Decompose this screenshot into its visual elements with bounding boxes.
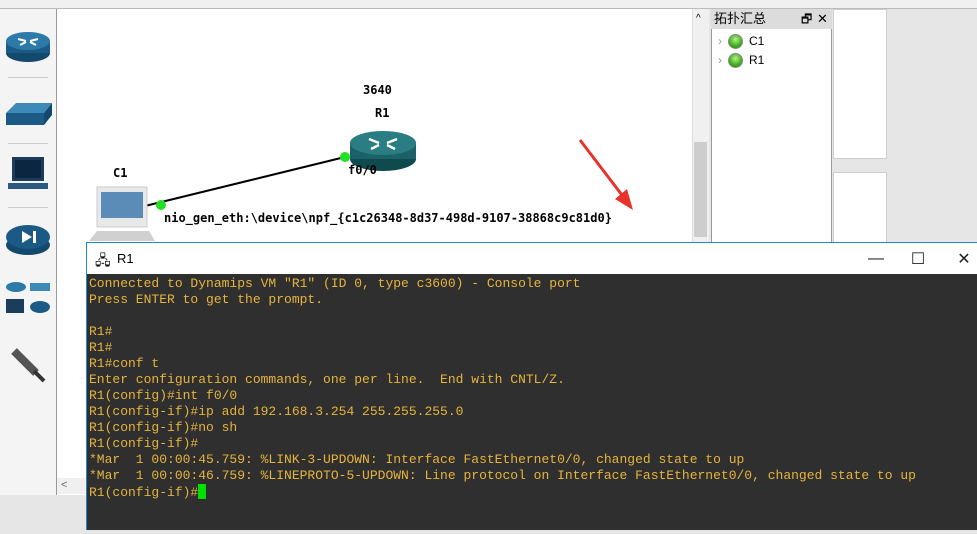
console-line: R1(config-if)#ip add 192.168.3.254 255.2… [89,404,464,419]
prompt: R1(config-if)# [89,485,199,500]
console-line: Press ENTER to get the prompt. [89,292,324,307]
status-led-icon [728,33,743,49]
router-category-icon[interactable] [4,25,52,65]
minimize-button[interactable]: — [853,243,899,274]
console-line: R1(config-if)# [89,436,199,451]
console-line: R1(config-if)#no sh [89,420,238,435]
panel-title: 拓扑汇总 [714,11,767,26]
maximize-button[interactable]: ☐ [895,243,941,274]
putty-icon: 🖧 [95,252,111,268]
console-line: R1# [89,340,113,355]
console-title-bar[interactable]: 🖧 R1 — ☐ ✕ [87,243,977,274]
console-line: Connected to Dynamips VM "R1" (ID 0, typ… [89,276,581,291]
expand-icon[interactable]: › [718,53,722,67]
switch-category-icon[interactable] [4,91,52,131]
close-button[interactable]: ✕ [941,243,977,274]
close-panel-icon[interactable]: ✕ [817,9,828,29]
router-model-label: 3640 [363,83,392,97]
router-port-status-icon [340,152,350,162]
console-line: Enter configuration commands, one per li… [89,372,565,387]
expand-icon[interactable]: › [718,34,722,48]
device-panel [0,9,57,495]
router-port-label: f0/0 [348,163,377,177]
status-led-icon [728,52,743,68]
all-devices-category-icon[interactable] [4,277,52,317]
tree-item-r1[interactable]: › R1 [718,51,764,69]
link-line[interactable] [144,156,346,207]
toolbar [0,0,977,9]
annotation-arrow-icon [578,139,633,210]
pc-c1-icon[interactable] [89,186,155,241]
scroll-up-icon[interactable]: ^ [696,13,701,24]
console-window[interactable]: 🖧 R1 — ☐ ✕ Connected to Dynamips VM "R1"… [86,242,977,530]
topology-summary-header: 拓扑汇总 🗗 ✕ [711,9,832,29]
security-category-icon[interactable] [4,219,52,259]
scroll-left-icon[interactable]: < [61,479,67,491]
side-panel [833,9,887,159]
console-line: R1(config)#int f0/0 [89,388,238,403]
console-line: *Mar 1 00:00:45.759: %LINK-3-UPDOWN: Int… [89,452,745,467]
tree-item-c1[interactable]: › C1 [718,32,764,50]
pc-port-label: nio_gen_eth:\device\npf_{c1c26348-8d37-4… [164,211,612,225]
pc-port-status-icon [156,200,166,210]
console-line: R1#conf t [89,356,160,371]
console-line: R1# [89,324,113,339]
window-title: R1 [117,251,134,266]
link-cable-icon[interactable] [4,343,52,383]
float-panel-icon[interactable]: 🗗 [801,9,812,29]
pc-name-label: C1 [113,166,128,180]
console-line: *Mar 1 00:00:46.759: %LINEPROTO-5-UPDOWN… [89,468,916,483]
cursor [198,484,207,499]
router-name-label: R1 [375,106,390,120]
scrollbar-thumb[interactable] [694,142,707,237]
console-output[interactable]: Connected to Dynamips VM "R1" (ID 0, typ… [87,274,977,534]
end-device-category-icon[interactable] [4,155,52,195]
